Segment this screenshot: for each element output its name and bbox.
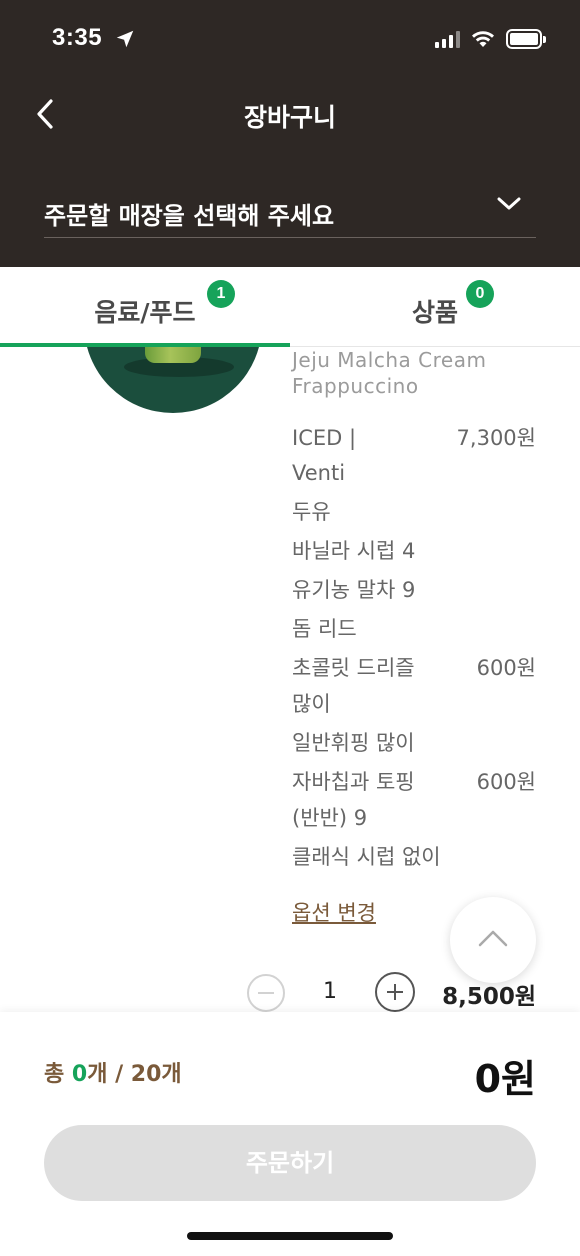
item-count: 총 0개 / 20개 xyxy=(44,1056,182,1088)
option-line: 초콜릿 드리즐 xyxy=(292,656,415,680)
option-line: 바닐라 시럽 4 xyxy=(292,539,416,563)
tab-count-badge: 1 xyxy=(207,280,235,308)
store-select-label: 주문할 매장을 선택해 주세요 xyxy=(44,202,335,230)
option-price: 7,300원 xyxy=(456,426,536,450)
status-time: 3:35 xyxy=(52,24,103,51)
option-line: 일반휘핑 많이 xyxy=(292,731,415,755)
product-name-line: Frappuccino xyxy=(292,374,419,398)
option-line: (반반) 9 xyxy=(292,806,368,830)
drink-cup xyxy=(145,347,201,363)
chevron-up-icon xyxy=(478,930,508,947)
minus-icon[interactable] xyxy=(247,974,285,1012)
category-tabs: 음료/푸드 1 상품 0 xyxy=(0,267,580,348)
product-image xyxy=(84,347,262,413)
total-price: 0원 xyxy=(474,1057,536,1101)
option-line: ICED | xyxy=(292,426,357,450)
option-line: 많이 xyxy=(292,692,331,716)
option-line: 클래식 시럽 없이 xyxy=(292,845,441,869)
home-indicator xyxy=(187,1232,393,1240)
change-option-link[interactable]: 옵션 변경 xyxy=(292,897,376,927)
option-line: 유기농 말차 9 xyxy=(292,578,416,602)
count-prefix: 총 xyxy=(44,1062,72,1087)
option-line: Venti xyxy=(292,461,346,485)
scroll-top-button[interactable] xyxy=(450,897,536,983)
wifi-icon xyxy=(472,31,494,47)
store-select-dropdown[interactable]: 주문할 매장을 선택해 주세요 xyxy=(44,182,536,238)
quantity-value: 1 xyxy=(323,979,337,1004)
top-header: 3:35 장바구니 주문할 매장을 선택해 주세요 xyxy=(0,0,580,267)
product-name-line: Jeju Malcha Cream xyxy=(292,348,487,372)
status-icons xyxy=(435,27,546,51)
product-name-en: Jeju Malcha Cream Frappuccino xyxy=(292,347,486,399)
tab-label: 음료/푸드 xyxy=(94,298,196,327)
option-line: 두유 xyxy=(292,500,331,524)
page-title: 장바구니 xyxy=(243,103,336,132)
tab-label: 상품 xyxy=(411,298,458,327)
chevron-down-icon xyxy=(497,197,521,210)
order-button[interactable]: 주문하기 xyxy=(44,1125,536,1201)
order-footer: 총 0개 / 20개 0원 주문하기 xyxy=(0,1012,580,1256)
location-arrow-icon xyxy=(116,30,134,48)
option-line: 자바칩과 토핑 xyxy=(292,770,415,794)
tab-merchandise[interactable]: 상품 0 xyxy=(290,267,580,347)
option-price: 600원 xyxy=(476,770,536,794)
tab-count-badge: 0 xyxy=(466,280,494,308)
count-suffix: 개 / 20개 xyxy=(87,1062,182,1087)
plus-icon[interactable] xyxy=(375,972,415,1012)
battery-icon xyxy=(506,29,546,49)
signal-icon xyxy=(435,30,460,48)
option-line: 돔 리드 xyxy=(292,617,357,641)
tab-beverage-food[interactable]: 음료/푸드 1 xyxy=(0,267,290,348)
count-value: 0 xyxy=(71,1062,88,1087)
option-price: 600원 xyxy=(476,656,536,680)
